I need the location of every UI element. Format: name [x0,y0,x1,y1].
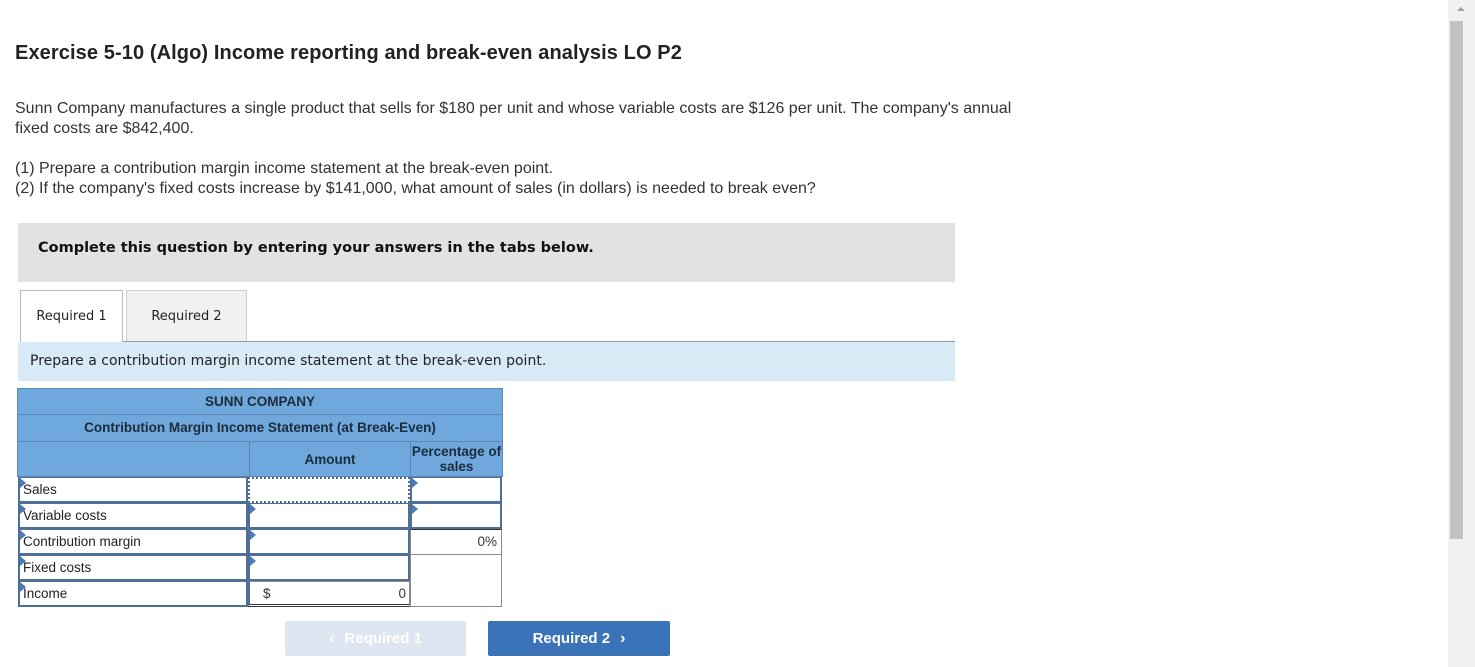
scrollbar-thumb[interactable] [1450,21,1463,539]
row-label-text: Contribution margin [23,534,141,549]
chevron-right-icon: › [620,629,626,647]
contribution-margin-amount-input[interactable] [250,530,408,553]
instructions-text: Complete this question by entering your … [38,240,594,256]
scroll-up-arrow-icon[interactable] [1457,7,1465,11]
row-label-income[interactable]: Income [18,581,248,607]
income-amount-value: 0 [398,585,406,601]
previous-tab-label: Required 1 [344,630,422,647]
percentage-column-header: Percentage of sales [410,442,502,476]
chevron-left-icon: ‹ [329,629,335,647]
row-label-contribution-margin[interactable]: Contribution margin [18,529,248,555]
dropdown-marker-icon [20,504,26,514]
contribution-margin-percentage: 0% [410,529,502,555]
fixed-costs-amount-cell [248,555,410,581]
sales-percentage-cell [410,477,502,503]
variable-costs-percentage-input[interactable] [412,504,500,527]
fixed-costs-amount-input[interactable] [250,556,408,579]
page-title: Exercise 5-10 (Algo) Income reporting an… [15,42,682,64]
dropdown-marker-icon [20,556,26,566]
company-name-header: SUNN COMPANY [17,388,503,415]
previous-tab-button[interactable]: ‹ Required 1 [285,621,466,656]
requirement-1-text: (1) Prepare a contribution margin income… [15,160,554,177]
next-tab-label: Required 2 [532,630,611,647]
dropdown-marker-icon [412,478,418,488]
statement-title-header: Contribution Margin Income Statement (at… [17,415,503,442]
variable-costs-amount-cell [248,503,410,529]
sales-percentage-input[interactable] [412,478,500,501]
sales-amount-input[interactable] [250,479,408,501]
row-label-text: Fixed costs [23,560,92,575]
variable-costs-percentage-cell [410,503,502,529]
currency-symbol: $ [263,585,271,601]
dropdown-marker-icon [250,530,256,540]
dropdown-marker-icon [412,504,418,514]
variable-costs-amount-input[interactable] [250,504,408,527]
table-row-contribution-margin: Contribution margin 0% [17,529,503,555]
tab-bar: Required 1 Required 2 [20,290,955,343]
income-statement-table: SUNN COMPANY Contribution Margin Income … [17,388,503,607]
vertical-scrollbar[interactable] [1448,0,1475,667]
requirement-2-text: (2) If the company's fixed costs increas… [15,180,816,197]
dropdown-marker-icon [20,478,26,488]
row-label-text: Income [23,586,68,601]
instructions-banner: Complete this question by entering your … [18,223,955,282]
problem-requirements: (1) Prepare a contribution margin income… [15,159,1045,199]
table-row-income: Income $ 0 [17,581,503,607]
amount-column-header: Amount [249,442,410,476]
sales-amount-cell [248,477,410,503]
income-amount-cell: $ 0 [248,581,410,607]
problem-intro: Sunn Company manufactures a single produ… [15,100,1012,137]
row-label-text: Variable costs [23,508,107,523]
dropdown-marker-icon [20,530,26,540]
tab-prompt: Prepare a contribution margin income sta… [18,342,955,381]
tab-required-2[interactable]: Required 2 [126,290,247,341]
dropdown-marker-icon [20,582,26,592]
tab-required-1[interactable]: Required 1 [20,290,123,343]
row-label-variable-costs[interactable]: Variable costs [18,503,248,529]
next-tab-button[interactable]: Required 2 › [488,621,670,656]
dropdown-marker-icon [250,504,256,514]
table-row-sales: Sales [17,477,503,503]
row-label-text: Sales [23,482,57,497]
row-label-sales[interactable]: Sales [18,477,248,503]
dropdown-marker-icon [250,556,256,566]
page: Exercise 5-10 (Algo) Income reporting an… [0,0,1448,667]
column-header-row: Amount Percentage of sales [17,442,503,477]
contribution-margin-amount-cell [248,529,410,555]
table-row-variable-costs: Variable costs [17,503,503,529]
row-label-fixed-costs[interactable]: Fixed costs [18,555,248,581]
table-row-fixed-costs: Fixed costs [17,555,503,607]
tab-prompt-text: Prepare a contribution margin income sta… [30,353,547,369]
